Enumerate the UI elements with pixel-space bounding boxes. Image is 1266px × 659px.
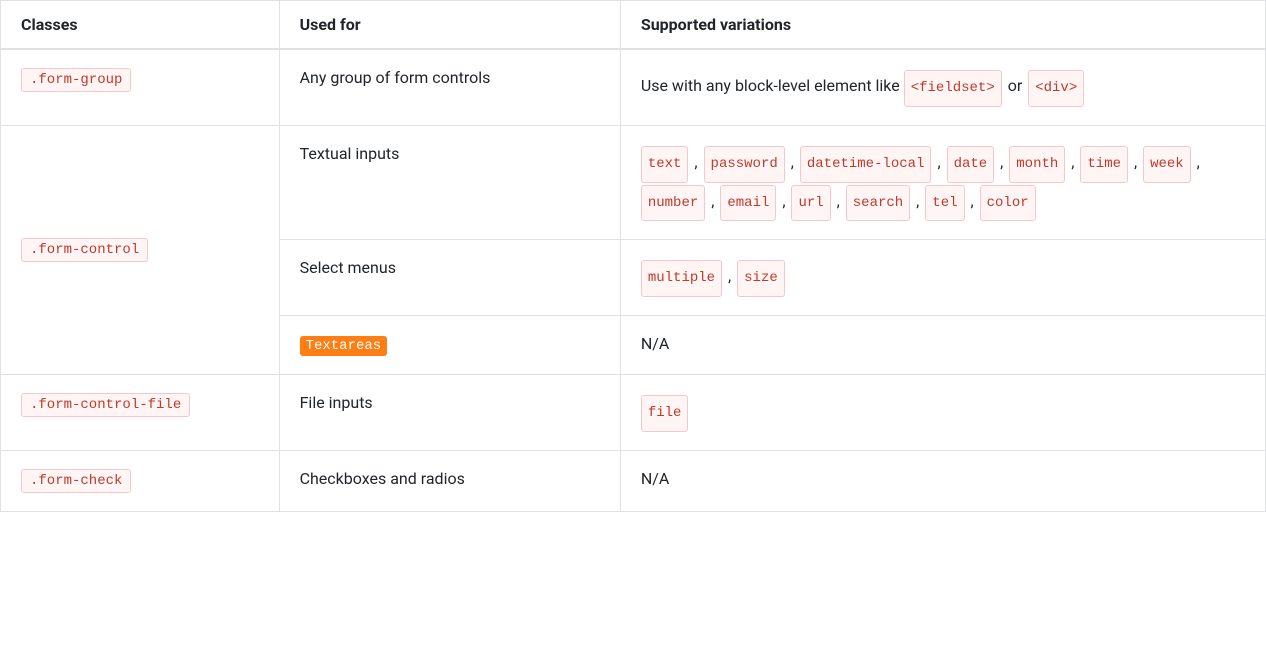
variations-select: multiple , size [620, 240, 1265, 316]
code-week: week [1143, 146, 1191, 183]
used-for-checkboxes: Checkboxes and radios [279, 450, 620, 511]
code-tel: tel [925, 185, 964, 222]
class-badge-form-control-file: .form-control-file [21, 393, 190, 417]
variations-cell: Use with any block-level element like <f… [620, 49, 1265, 125]
code-email: email [720, 185, 776, 222]
variations-file: file [620, 375, 1265, 451]
code-textareas-highlighted: Textareas [300, 336, 388, 356]
code-search: search [846, 185, 910, 222]
header-used-for: Used for [279, 1, 620, 49]
variations-checkboxes: N/A [620, 450, 1265, 511]
used-for-select: Select menus [279, 240, 620, 316]
code-date: date [947, 146, 995, 183]
used-for-text: File inputs [300, 393, 373, 412]
table-row: .form-check Checkboxes and radios N/A [1, 450, 1265, 511]
na-text-textareas: N/A [641, 334, 669, 353]
used-for-text: Any group of form controls [300, 68, 491, 87]
code-fieldset: <fieldset> [904, 70, 1002, 107]
na-text-checkboxes: N/A [641, 469, 669, 488]
used-for-textual: Textual inputs [279, 125, 620, 240]
header-classes: Classes [1, 1, 279, 49]
variation-prefix-text: Use with any block-level element like [641, 76, 904, 95]
header-variations: Supported variations [620, 1, 1265, 49]
code-url: url [791, 185, 830, 222]
class-badge-form-control: .form-control [21, 238, 148, 262]
used-for-text: Select menus [300, 258, 396, 277]
used-for-cell: Any group of form controls [279, 49, 620, 125]
code-password: password [704, 146, 785, 183]
separator-or: or [1008, 76, 1027, 95]
code-month: month [1009, 146, 1065, 183]
code-datetime-local: datetime-local [800, 146, 932, 183]
class-cell-form-check: .form-check [1, 450, 279, 511]
code-text: text [641, 146, 689, 183]
code-time: time [1080, 146, 1128, 183]
class-badge-form-group: .form-group [21, 68, 131, 92]
code-div: <div> [1028, 70, 1084, 107]
code-multiple: multiple [641, 260, 722, 297]
classes-table: Classes Used for Supported variations .f… [1, 1, 1265, 511]
used-for-text: Textual inputs [300, 144, 400, 163]
variations-textareas: N/A [620, 316, 1265, 375]
table-row: .form-control-file File inputs file [1, 375, 1265, 451]
class-cell-form-control-file: .form-control-file [1, 375, 279, 451]
used-for-file: File inputs [279, 375, 620, 451]
code-number: number [641, 185, 705, 222]
used-for-textareas: Textareas [279, 316, 620, 375]
table-row: .form-control Textual inputs text , pass… [1, 125, 1265, 240]
main-table-container: Classes Used for Supported variations .f… [0, 0, 1266, 512]
code-color: color [980, 185, 1036, 222]
class-cell-form-control: .form-control [1, 125, 279, 374]
code-file: file [641, 395, 689, 432]
variations-textual: text , password , datetime-local , date … [620, 125, 1265, 240]
class-badge-form-check: .form-check [21, 469, 131, 493]
used-for-text: Checkboxes and radios [300, 469, 465, 488]
table-row: .form-group Any group of form controls U… [1, 49, 1265, 125]
code-size: size [737, 260, 785, 297]
class-cell: .form-group [1, 49, 279, 125]
